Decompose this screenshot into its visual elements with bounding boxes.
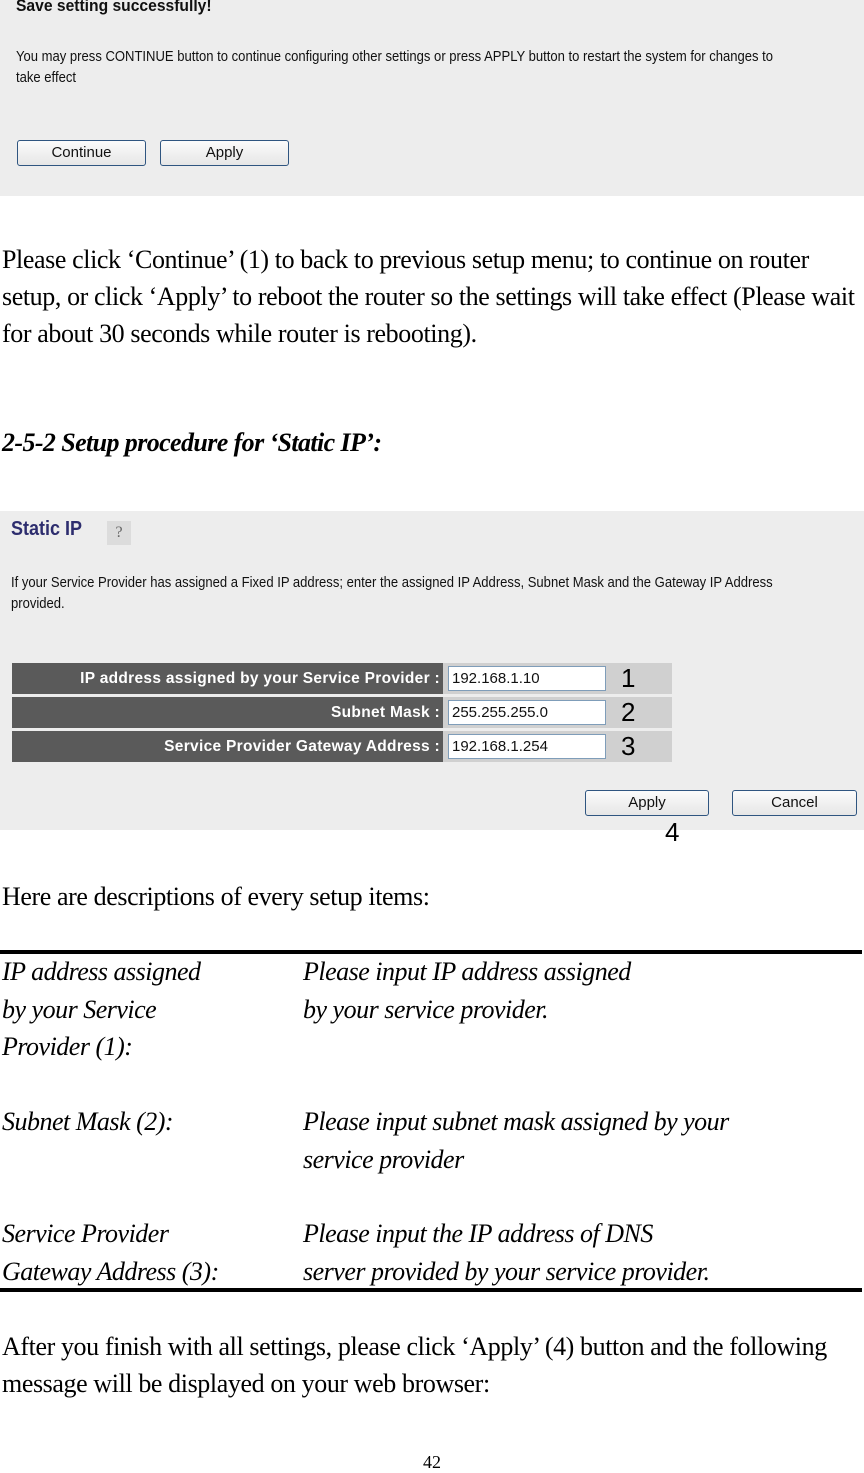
description-definition-gateway: Please input the IP address of DNS serve… [303, 1219, 710, 1286]
subnet-mask-cell: 2 [443, 697, 672, 728]
callout-marker-4: 4 [665, 817, 680, 847]
apply-button[interactable]: Apply [585, 790, 709, 816]
field-row-subnet-mask: Subnet Mask : 2 [12, 697, 672, 729]
apply-restart-button[interactable]: Apply [160, 140, 289, 166]
description-definition-subnet-mask: Please input subnet mask assigned by you… [303, 1107, 729, 1174]
continue-button[interactable]: Continue [17, 140, 146, 166]
ip-address-input[interactable] [448, 666, 606, 691]
static-ip-description: If your Service Provider has assigned a … [11, 575, 773, 612]
cancel-button[interactable]: Cancel [732, 790, 857, 816]
subnet-mask-label: Subnet Mask : [12, 697, 446, 728]
final-instructions-paragraph: After you finish with all settings, plea… [2, 1332, 827, 1398]
subnet-mask-input[interactable] [448, 700, 606, 725]
section-heading: 2-5-2 Setup procedure for ‘Static IP’: [2, 428, 382, 457]
ip-address-cell: 1 [443, 663, 672, 694]
description-definition-ip-address: Please input IP address assigned by your… [303, 957, 631, 1024]
static-ip-panel: Static IP ? If your Service Provider has… [0, 511, 864, 830]
description-term-subnet-mask: Subnet Mask (2): [2, 1107, 174, 1136]
callout-marker-3: 3 [621, 731, 636, 761]
descriptions-intro-paragraph: Here are descriptions of every setup ite… [2, 882, 430, 911]
field-row-gateway-address: Service Provider Gateway Address : 3 [12, 731, 672, 763]
callout-marker-1: 1 [621, 663, 636, 693]
ip-address-label: IP address assigned by your Service Prov… [12, 663, 446, 694]
page-number: 42 [423, 1452, 441, 1472]
static-ip-title: Static IP [11, 518, 83, 540]
gateway-address-input[interactable] [448, 734, 606, 759]
table-bottom-rule [0, 1288, 862, 1292]
callout-marker-2: 2 [621, 697, 636, 727]
help-question-icon[interactable]: ? [107, 521, 131, 545]
save-success-message: You may press CONTINUE button to continu… [16, 49, 774, 86]
gateway-address-cell: 3 [443, 731, 672, 762]
gateway-address-label: Service Provider Gateway Address : [12, 731, 446, 762]
save-success-title: Save setting successfully! [16, 0, 212, 15]
description-term-gateway: Service Provider Gateway Address (3): [2, 1219, 219, 1286]
description-term-ip-address: IP address assigned by your Service Prov… [2, 957, 201, 1061]
continue-instructions-paragraph: Please click ‘Continue’ (1) to back to p… [2, 245, 855, 348]
field-row-ip-address: IP address assigned by your Service Prov… [12, 663, 672, 695]
save-success-panel: Save setting successfully! You may press… [0, 0, 864, 196]
